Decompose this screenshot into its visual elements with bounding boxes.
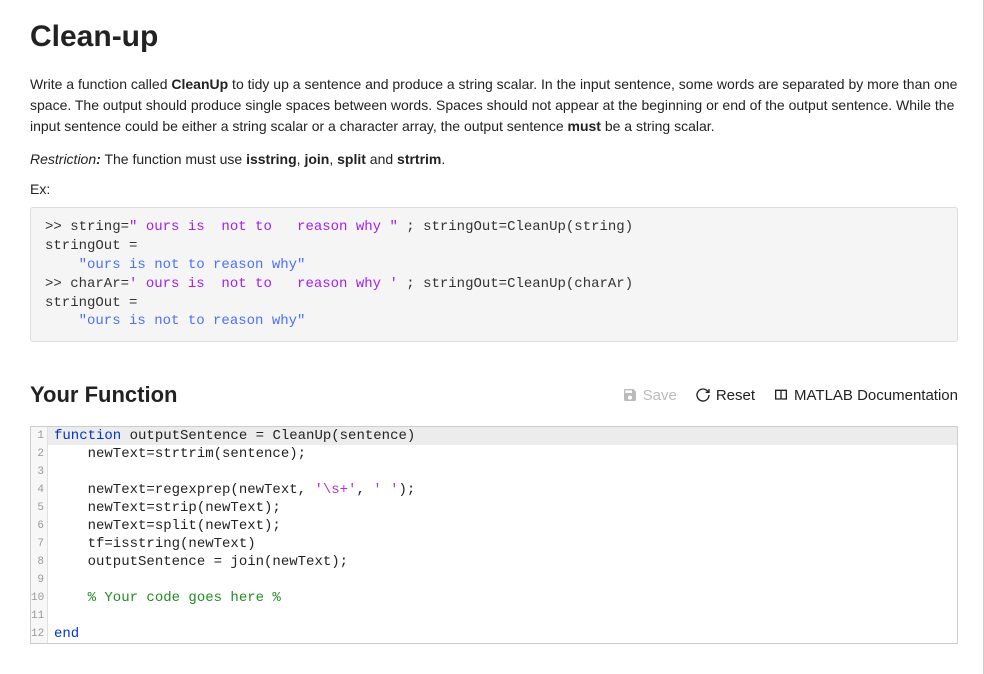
documentation-link[interactable]: MATLAB Documentation	[773, 387, 958, 404]
code-line[interactable]: tf=isstring(newText)	[48, 535, 957, 553]
editor-actions: Save Reset MATLAB Documentation	[622, 387, 958, 404]
save-icon	[622, 387, 638, 403]
reset-icon	[695, 387, 711, 403]
line-number: 10	[31, 589, 48, 607]
code-line[interactable]	[48, 571, 957, 589]
line-number: 6	[31, 517, 48, 535]
line-number: 3	[31, 463, 48, 481]
function-name: CleanUp	[171, 76, 228, 92]
save-button[interactable]: Save	[622, 387, 677, 404]
code-line[interactable]: newText=strtrim(sentence);	[48, 445, 957, 463]
code-line[interactable]	[48, 463, 957, 481]
example-label: Ex:	[30, 181, 958, 197]
code-line[interactable]: outputSentence = join(newText);	[48, 553, 957, 571]
code-line[interactable]: end	[48, 625, 957, 643]
code-line[interactable]: function outputSentence = CleanUp(senten…	[48, 427, 957, 445]
problem-description: Write a function called CleanUp to tidy …	[30, 74, 958, 137]
restriction-line: Restriction: The function must use isstr…	[30, 151, 958, 167]
line-number: 1	[31, 427, 48, 445]
line-number: 7	[31, 535, 48, 553]
line-number: 9	[31, 571, 48, 589]
code-line[interactable]: newText=strip(newText);	[48, 499, 957, 517]
line-number: 4	[31, 481, 48, 499]
line-number: 8	[31, 553, 48, 571]
example-block: >> string=" ours is not to reason why " …	[30, 207, 958, 342]
code-editor[interactable]: 1 function outputSentence = CleanUp(sent…	[30, 426, 958, 644]
line-number: 11	[31, 607, 48, 625]
reset-button[interactable]: Reset	[695, 387, 755, 404]
code-line[interactable]: newText=split(newText);	[48, 517, 957, 535]
page-title: Clean-up	[30, 20, 958, 54]
your-function-heading: Your Function	[30, 382, 177, 408]
code-line[interactable]: % Your code goes here %	[48, 589, 957, 607]
book-icon	[773, 387, 789, 403]
code-line[interactable]	[48, 607, 957, 625]
line-number: 12	[31, 625, 48, 643]
line-number: 2	[31, 445, 48, 463]
line-number: 5	[31, 499, 48, 517]
code-line[interactable]: newText=regexprep(newText, '\s+', ' ');	[48, 481, 957, 499]
